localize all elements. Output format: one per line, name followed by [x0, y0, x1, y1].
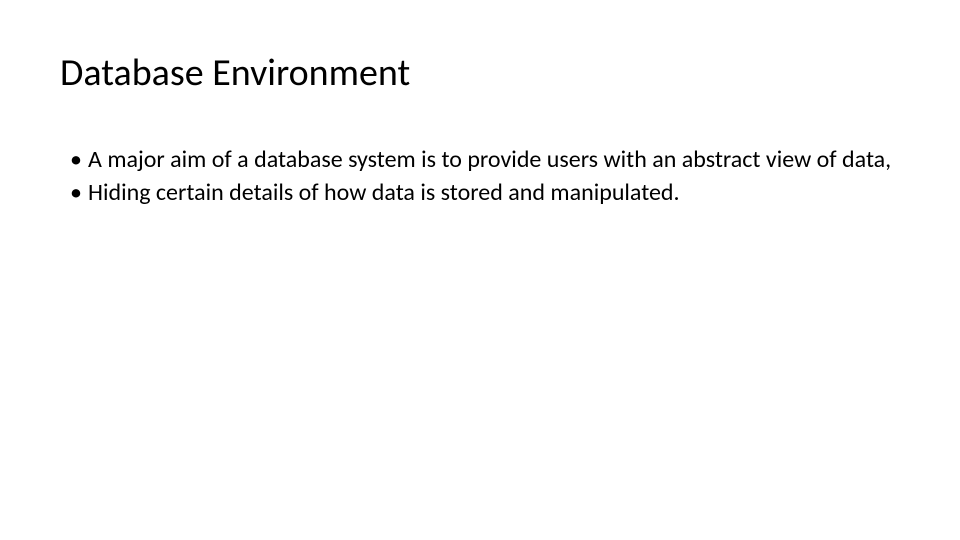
list-item: Hiding certain details of how data is st…	[70, 177, 900, 208]
slide-title: Database Environment	[60, 50, 900, 96]
bullet-list: A major aim of a database system is to p…	[60, 144, 900, 208]
list-item: A major aim of a database system is to p…	[70, 144, 900, 175]
